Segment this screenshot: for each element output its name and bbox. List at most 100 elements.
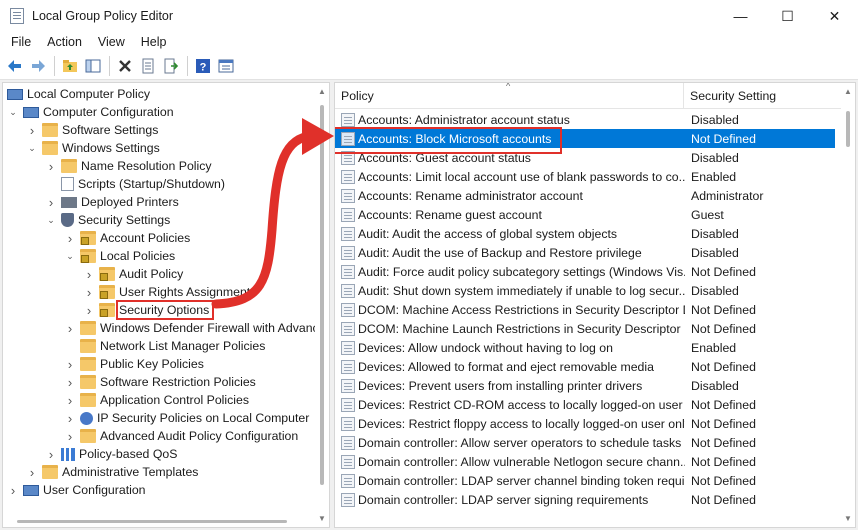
up-level-button[interactable] xyxy=(59,55,81,77)
back-button[interactable] xyxy=(4,55,26,77)
scroll-down-icon[interactable]: ▼ xyxy=(844,514,852,523)
chevron-down-icon[interactable]: ⌄ xyxy=(45,214,57,226)
scroll-down-icon[interactable]: ▼ xyxy=(318,514,326,523)
tree-node[interactable]: Network List Manager Policies xyxy=(64,337,265,355)
tree-node[interactable]: › Security Options xyxy=(83,300,215,320)
policy-row[interactable]: Audit: Audit the access of global system… xyxy=(335,224,835,243)
chevron-right-icon[interactable]: › xyxy=(45,195,57,210)
policy-row[interactable]: Devices: Restrict CD-ROM access to local… xyxy=(335,395,835,414)
column-header-policy[interactable]: ^ Policy xyxy=(335,83,684,109)
show-hide-tree-button[interactable] xyxy=(82,55,104,77)
chevron-right-icon[interactable]: › xyxy=(26,123,38,138)
tree-node[interactable]: › IP Security Policies on Local Computer xyxy=(64,409,310,427)
chevron-right-icon[interactable]: › xyxy=(64,429,76,444)
maximize-button[interactable]: ☐ xyxy=(764,0,811,32)
locked-folder-icon xyxy=(99,267,115,281)
tree-horizontal-scrollbar[interactable] xyxy=(3,515,317,527)
chevron-right-icon[interactable]: › xyxy=(64,321,76,336)
policy-row[interactable]: Domain controller: Allow server operator… xyxy=(335,433,835,452)
policy-row[interactable]: Accounts: Rename administrator account Ad… xyxy=(335,186,835,205)
svg-text:?: ? xyxy=(200,61,207,73)
policy-row[interactable]: Accounts: Administrator account status Di… xyxy=(335,110,835,129)
view-button[interactable] xyxy=(215,55,237,77)
policy-row[interactable]: DCOM: Machine Access Restrictions in Sec… xyxy=(335,300,835,319)
chevron-right-icon[interactable]: › xyxy=(83,285,95,300)
menu-action[interactable]: Action xyxy=(39,35,90,49)
tree-node[interactable]: ⌄ Security Settings xyxy=(45,211,170,229)
minimize-button[interactable]: — xyxy=(717,0,764,32)
menu-view[interactable]: View xyxy=(90,35,133,49)
policy-row-selected[interactable]: Accounts: Block Microsoft accounts Not De… xyxy=(335,129,835,148)
tree-node[interactable]: › Administrative Templates xyxy=(26,463,199,481)
chevron-right-icon[interactable]: › xyxy=(83,267,95,282)
chevron-right-icon[interactable]: › xyxy=(64,411,76,426)
chevron-down-icon[interactable]: ⌄ xyxy=(7,106,19,118)
tree-node[interactable]: Scripts (Startup/Shutdown) xyxy=(45,175,225,193)
tree-node[interactable]: ⌄ Local Policies xyxy=(64,247,175,265)
policy-row[interactable]: Devices: Restrict floppy access to local… xyxy=(335,414,835,433)
policy-row[interactable]: Audit: Audit the use of Backup and Resto… xyxy=(335,243,835,262)
chevron-right-icon[interactable]: › xyxy=(64,231,76,246)
chevron-right-icon[interactable]: › xyxy=(64,393,76,408)
policy-row[interactable]: Devices: Prevent users from installing p… xyxy=(335,376,835,395)
chevron-right-icon[interactable]: › xyxy=(83,303,95,318)
chevron-placeholder xyxy=(64,340,76,352)
policy-name: Domain controller: LDAP server channel b… xyxy=(358,473,685,488)
policy-name: Accounts: Guest account status xyxy=(358,150,531,165)
policy-row[interactable]: Accounts: Rename guest account Guest xyxy=(335,205,835,224)
tree-node[interactable]: › Software Restriction Policies xyxy=(64,373,256,391)
tree-node[interactable]: ⌄ Computer Configuration xyxy=(7,103,173,121)
chevron-right-icon[interactable]: › xyxy=(64,357,76,372)
policy-row[interactable]: Devices: Allow undock without having to … xyxy=(335,338,835,357)
forward-button[interactable] xyxy=(27,55,49,77)
tree-node[interactable]: › Name Resolution Policy xyxy=(45,157,212,175)
tree-node[interactable]: › Application Control Policies xyxy=(64,391,249,409)
chevron-right-icon[interactable]: › xyxy=(45,159,57,174)
folder-icon xyxy=(80,321,96,335)
chevron-right-icon[interactable]: › xyxy=(64,375,76,390)
chevron-right-icon[interactable]: › xyxy=(26,465,38,480)
tree-node[interactable]: › User Configuration xyxy=(7,481,146,499)
scroll-thumb[interactable] xyxy=(17,520,287,523)
tree-node[interactable]: › Windows Defender Firewall with Advanc xyxy=(64,319,319,337)
policy-row[interactable]: Accounts: Guest account status Disabled xyxy=(335,148,835,167)
chevron-down-icon[interactable]: ⌄ xyxy=(26,142,38,154)
policy-row[interactable]: Domain controller: Allow vulnerable Netl… xyxy=(335,452,835,471)
policy-row[interactable]: Accounts: Limit local account use of bla… xyxy=(335,167,835,186)
chevron-right-icon[interactable]: › xyxy=(45,447,57,462)
policy-row[interactable]: Domain controller: LDAP server signing r… xyxy=(335,490,835,509)
menu-help[interactable]: Help xyxy=(133,35,175,49)
tree-node-label: Local Computer Policy xyxy=(27,87,151,101)
menu-file[interactable]: File xyxy=(0,35,39,49)
policy-row[interactable]: Domain controller: LDAP server channel b… xyxy=(335,471,835,490)
tree-node[interactable]: › Public Key Policies xyxy=(64,355,204,373)
tree-node[interactable]: Local Computer Policy xyxy=(7,85,150,103)
close-button[interactable]: ✕ xyxy=(811,0,858,32)
tree-node[interactable]: › Deployed Printers xyxy=(45,193,179,211)
tree-node[interactable]: › Account Policies xyxy=(64,229,190,247)
tree-vertical-scrollbar[interactable]: ▲ ▼ xyxy=(315,83,329,527)
policy-setting-icon xyxy=(341,169,355,184)
tree-node[interactable]: › Advanced Audit Policy Configuration xyxy=(64,427,298,445)
properties-button[interactable] xyxy=(137,55,159,77)
help-button[interactable]: ? xyxy=(192,55,214,77)
tree-node[interactable]: › User Rights Assignment xyxy=(83,283,250,301)
chevron-down-icon[interactable]: ⌄ xyxy=(64,250,76,262)
policy-row[interactable]: DCOM: Machine Launch Restrictions in Sec… xyxy=(335,319,835,338)
tree-node[interactable]: › Audit Policy xyxy=(83,265,183,283)
scroll-thumb[interactable] xyxy=(320,105,324,485)
policy-row[interactable]: Audit: Shut down system immediately if u… xyxy=(335,281,835,300)
delete-button[interactable] xyxy=(114,55,136,77)
scroll-thumb[interactable] xyxy=(846,111,850,147)
chevron-right-icon[interactable]: › xyxy=(7,483,19,498)
scroll-up-icon[interactable]: ▲ xyxy=(318,87,326,96)
policy-row[interactable]: Audit: Force audit policy subcategory se… xyxy=(335,262,835,281)
tree-node[interactable]: ⌄ Windows Settings xyxy=(26,139,160,157)
column-header-security-setting[interactable]: Security Setting xyxy=(684,83,834,109)
tree-node[interactable]: › Policy-based QoS xyxy=(45,445,178,463)
policy-row[interactable]: Devices: Allowed to format and eject rem… xyxy=(335,357,835,376)
tree-node[interactable]: › Software Settings xyxy=(26,121,159,139)
scroll-up-icon[interactable]: ▲ xyxy=(844,87,852,96)
export-list-button[interactable] xyxy=(160,55,182,77)
list-vertical-scrollbar[interactable]: ▲ ▼ xyxy=(841,83,855,527)
